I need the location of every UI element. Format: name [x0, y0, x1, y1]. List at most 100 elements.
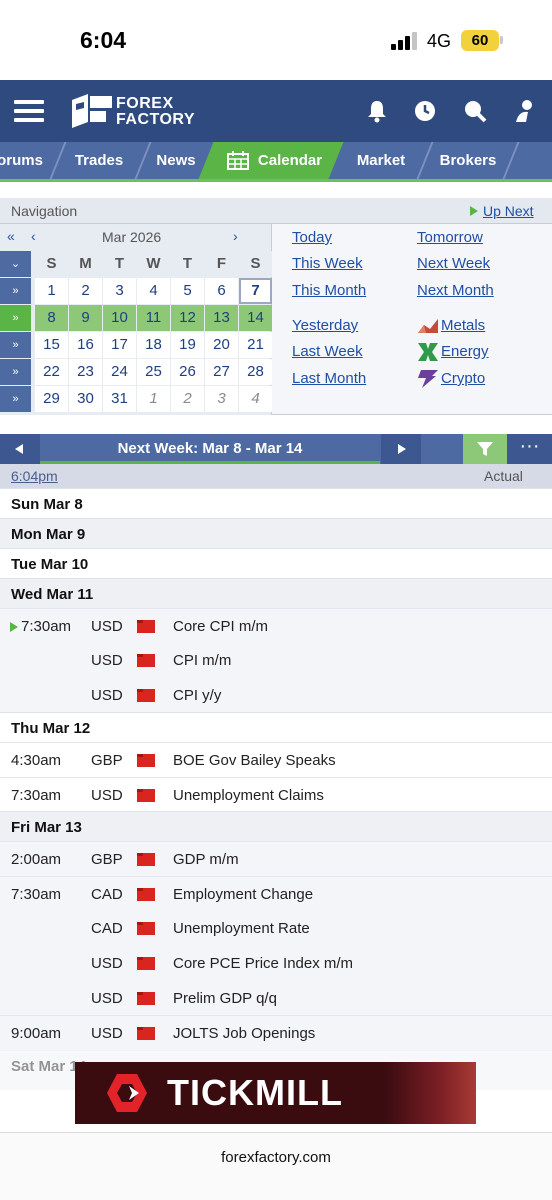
current-time[interactable]: 6:04pm: [11, 468, 58, 484]
calendar-day[interactable]: 16: [69, 332, 102, 358]
link-this-week[interactable]: This Week: [292, 255, 363, 272]
calendar-day[interactable]: 3: [103, 278, 136, 304]
table-row[interactable]: USD CPI y/y: [0, 678, 552, 713]
link-metals[interactable]: Metals: [441, 317, 485, 334]
week-toggle[interactable]: »: [0, 359, 31, 385]
link-energy[interactable]: Energy: [441, 343, 489, 360]
calendar-day[interactable]: 11: [137, 305, 170, 331]
calendar-day[interactable]: 13: [205, 305, 238, 331]
calendar-day[interactable]: 2: [69, 278, 102, 304]
search-icon[interactable]: [462, 98, 488, 124]
calendar-day[interactable]: 29: [35, 386, 68, 412]
menu-icon[interactable]: [14, 100, 44, 122]
high-impact-icon: [137, 789, 155, 802]
battery-icon: 60: [461, 30, 499, 51]
high-impact-icon: [137, 922, 155, 935]
table-row[interactable]: USD Prelim GDP q/q: [0, 981, 552, 1016]
next-month-button[interactable]: ›: [233, 228, 238, 244]
calendar-day[interactable]: 6: [205, 278, 238, 304]
calendar-day[interactable]: 23: [69, 359, 102, 385]
calendar-day[interactable]: 28: [239, 359, 272, 385]
link-last-week[interactable]: Last Week: [292, 343, 363, 360]
weekday-header: T: [103, 251, 136, 277]
ad-banner[interactable]: TICKMILL: [75, 1062, 476, 1124]
calendar-day[interactable]: 24: [103, 359, 136, 385]
calendar-day[interactable]: 19: [171, 332, 204, 358]
link-next-month[interactable]: Next Month: [417, 282, 494, 299]
link-today[interactable]: Today: [292, 229, 332, 246]
more-button[interactable]: ···: [507, 434, 552, 464]
day-label: Fri Mar 13: [11, 819, 82, 836]
table-header: 6:04pm Actual: [0, 464, 552, 488]
tab-brokers[interactable]: Brokers: [430, 142, 506, 179]
up-next-link[interactable]: Up Next: [483, 203, 534, 219]
calendar-day[interactable]: 30: [69, 386, 102, 412]
next-week-button[interactable]: [381, 434, 421, 464]
calendar-day[interactable]: 4: [137, 278, 170, 304]
metals-icon: [418, 319, 438, 333]
calendar-day[interactable]: 21: [239, 332, 272, 358]
site-logo[interactable]: FOREX FACTORY: [72, 92, 195, 132]
calendar-day[interactable]: 18: [137, 332, 170, 358]
link-yesterday[interactable]: Yesterday: [292, 317, 358, 334]
bell-icon[interactable]: [364, 98, 390, 124]
calendar-day[interactable]: 22: [35, 359, 68, 385]
link-last-month[interactable]: Last Month: [292, 370, 366, 387]
tab-market[interactable]: Market: [344, 142, 418, 179]
week-toggle[interactable]: »: [0, 332, 31, 358]
tab-calendar[interactable]: Calendar: [252, 142, 328, 179]
table-row[interactable]: 4:30am GBP BOE Gov Bailey Speaks: [0, 742, 552, 777]
tab-forums[interactable]: orums: [0, 142, 48, 179]
mini-calendar: « ‹ Mar 2026 › ⌄ S M T W T F S» 1 2 3 4 5 6 7» 8 9 10 11 12…: [0, 224, 272, 415]
weekday-header: S: [35, 251, 68, 277]
calendar-day[interactable]: 26: [171, 359, 204, 385]
table-row[interactable]: 7:30am CAD Employment Change: [0, 876, 552, 911]
clock-icon[interactable]: [412, 98, 438, 124]
link-next-week[interactable]: Next Week: [417, 255, 490, 272]
calendar-day[interactable]: 3: [205, 386, 238, 412]
calendar-day[interactable]: 15: [35, 332, 68, 358]
link-this-month[interactable]: This Month: [292, 282, 366, 299]
prev-week-button[interactable]: [0, 434, 40, 464]
week-toggle[interactable]: »: [0, 386, 31, 412]
calendar-day[interactable]: 10: [103, 305, 136, 331]
table-row[interactable]: USD CPI m/m: [0, 643, 552, 678]
calendar-day[interactable]: 31: [103, 386, 136, 412]
table-row[interactable]: 7:30am USD Unemployment Claims: [0, 777, 552, 812]
calendar-day[interactable]: 1: [137, 386, 170, 412]
week-toggle[interactable]: »: [0, 278, 31, 304]
browser-url-bar[interactable]: forexfactory.com: [0, 1132, 552, 1200]
high-impact-icon: [137, 754, 155, 767]
collapse-weeks-icon[interactable]: ⌄: [0, 251, 31, 277]
table-row[interactable]: CAD Unemployment Rate: [0, 911, 552, 946]
calendar-day[interactable]: 14: [239, 305, 272, 331]
ad-text: TICKMILL: [167, 1072, 343, 1113]
calendar-day[interactable]: 4: [239, 386, 272, 412]
table-row[interactable]: 2:00am GBP GDP m/m: [0, 841, 552, 876]
calendar-day[interactable]: 9: [69, 305, 102, 331]
calendar-day[interactable]: 20: [205, 332, 238, 358]
calendar-day[interactable]: 27: [205, 359, 238, 385]
day-row-fri: Fri Mar 13: [0, 811, 552, 841]
calendar-day[interactable]: 5: [171, 278, 204, 304]
calendar-day[interactable]: 8: [35, 305, 68, 331]
link-tomorrow[interactable]: Tomorrow: [417, 229, 483, 246]
prev-year-button[interactable]: «: [7, 228, 15, 244]
link-crypto[interactable]: Crypto: [441, 370, 485, 387]
filter-button[interactable]: [463, 434, 507, 464]
table-row[interactable]: 9:00am USD JOLTS Job Openings: [0, 1015, 552, 1050]
calendar-day[interactable]: 17: [103, 332, 136, 358]
calendar-day[interactable]: 7: [239, 278, 272, 304]
table-row[interactable]: 7:30am USD Core CPI m/m: [0, 608, 552, 643]
tab-trades[interactable]: Trades: [62, 142, 136, 179]
prev-month-button[interactable]: ‹: [31, 228, 36, 244]
tab-news[interactable]: News: [146, 142, 206, 179]
table-row[interactable]: USD Core PCE Price Index m/m: [0, 946, 552, 981]
calendar-day[interactable]: 2: [171, 386, 204, 412]
calendar-day[interactable]: 25: [137, 359, 170, 385]
user-icon[interactable]: [512, 98, 538, 124]
week-toggle[interactable]: »: [0, 305, 31, 331]
calendar-day[interactable]: 12: [171, 305, 204, 331]
status-time: 6:04: [80, 27, 127, 53]
calendar-day[interactable]: 1: [35, 278, 68, 304]
